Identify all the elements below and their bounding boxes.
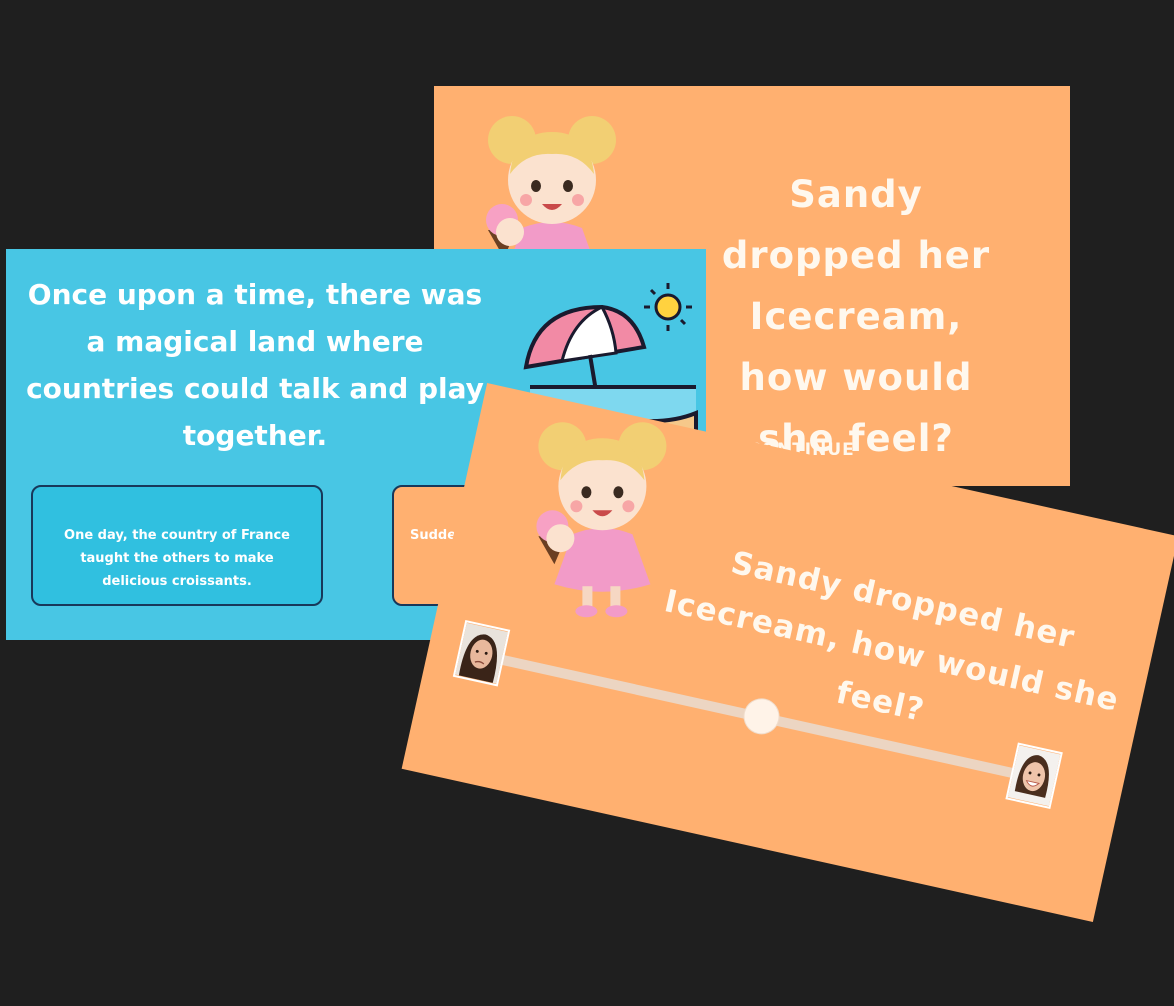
question-text: Sandy dropped her Icecream, how would sh… — [721, 173, 991, 460]
sad-face-icon — [452, 619, 511, 687]
story-text: Once upon a time, there was a magical la… — [26, 278, 484, 452]
choice-button[interactable]: One day, the country of France taught th… — [31, 485, 323, 606]
girl-with-icecream-icon — [532, 414, 672, 624]
question-text: Sandy dropped her Icecream, how would sh… — [661, 544, 1123, 729]
